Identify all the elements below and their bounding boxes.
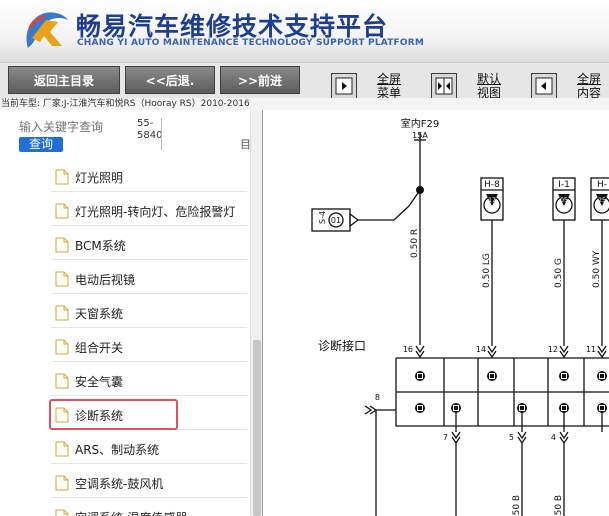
selected-item-highlight: [49, 399, 178, 430]
search-input[interactable]: [19, 120, 129, 134]
document-icon: [55, 373, 69, 389]
tree-item-label: 空调系统-温度传感器: [75, 509, 187, 516]
tree-item-label: ARS、制动系统: [75, 442, 160, 457]
document-icon: [55, 509, 69, 516]
document-icon: [55, 169, 69, 185]
fullscreen-menu-icon: [335, 77, 353, 95]
pin-16: 16: [403, 345, 413, 354]
pin-8: 8: [375, 393, 380, 402]
tree-item-label: 组合开关: [75, 340, 124, 355]
pin-11: 11: [586, 345, 596, 354]
pin-4: 4: [551, 433, 556, 442]
tree-item-divider: [51, 225, 247, 226]
search-button[interactable]: 查询: [19, 137, 63, 152]
tree-item[interactable]: 组合开关: [47, 332, 247, 362]
forward-button[interactable]: >>前进: [220, 66, 300, 94]
code-text: 55- 5840: [137, 118, 163, 141]
tree-item[interactable]: 空调系统-温度传感器: [47, 502, 247, 516]
pin-7: 7: [443, 433, 448, 442]
wire-b-label-2: 0.50 B: [554, 495, 564, 516]
document-icon: [55, 305, 69, 321]
tree-item-divider: [51, 361, 247, 362]
tree-item[interactable]: 灯光照明: [47, 162, 247, 192]
column-divider: [161, 118, 162, 150]
tree-item[interactable]: 安全气囊: [47, 366, 247, 396]
tree-item-divider: [51, 327, 247, 328]
fuse-rating: 15A: [412, 131, 428, 140]
connector-h: H-: [597, 180, 607, 190]
fullscreen-content-link[interactable]: 全屏 内容: [577, 72, 601, 100]
tree-item-label: 空调系统-鼓风机: [75, 476, 164, 491]
document-icon: [55, 271, 69, 287]
pin-5: 5: [509, 433, 514, 442]
tree-item-label: 灯光照明-转向灯、危险报警灯: [75, 204, 236, 219]
document-icon: [55, 441, 69, 457]
fullscreen-content-icon: [535, 77, 553, 95]
pin-12: 12: [548, 345, 558, 354]
tree-item-label: 电动后视镜: [75, 272, 136, 287]
connector-s4-pin: 01: [331, 216, 341, 225]
connector-i1-pin: 05: [560, 197, 568, 204]
tree-item-divider: [51, 259, 247, 260]
document-icon: [55, 475, 69, 491]
tree-item[interactable]: 空调系统-鼓风机: [47, 468, 247, 498]
connector-h-pin: 25: [598, 197, 606, 204]
default-view-icon: [435, 77, 453, 95]
tree-item-label: BCM系统: [75, 238, 126, 253]
tree-item-divider: [51, 191, 247, 192]
default-view-button[interactable]: [431, 73, 457, 99]
toolbar: 返回主目录 <<后退. >>前进 全屏 菜单 默认 视图 全屏 内容: [0, 62, 609, 100]
wire-r-label: 0.50 R: [410, 229, 420, 258]
wire-g-label: 0.50 G: [554, 258, 564, 288]
tree-item[interactable]: 电动后视镜: [47, 264, 247, 294]
tree-item-divider: [51, 463, 247, 464]
cy-logo-icon: [26, 12, 69, 48]
fullscreen-content-button[interactable]: [531, 73, 557, 99]
tree-item-label: 安全气囊: [75, 374, 124, 389]
document-icon: [55, 203, 69, 219]
wire-wy-label: 0.50 WY: [592, 250, 602, 288]
tree-item-label: 天窗系统: [75, 306, 124, 321]
tree-item[interactable]: ARS、制动系统: [47, 434, 247, 464]
connector-h8-pin: 17: [488, 197, 496, 204]
document-icon: [55, 339, 69, 355]
tree-item[interactable]: 灯光照明-转向灯、危险报警灯: [47, 196, 247, 226]
connector-h8: H-8: [484, 180, 500, 190]
back-button[interactable]: <<后退.: [125, 66, 215, 94]
app-subtitle: CHANG YI AUTO MAINTENANCE TECHNOLOGY SUP…: [77, 38, 425, 48]
tree-item[interactable]: BCM系统: [47, 230, 247, 260]
tree-item-label: 灯光照明: [75, 170, 124, 185]
fullscreen-menu-link[interactable]: 全屏 菜单: [377, 72, 401, 100]
pin-14: 14: [476, 345, 486, 354]
wire-lg-label: 0.50 LG: [482, 253, 492, 288]
navigation-panel: 查询 55-5840 目 灯光照明灯光照明-转向灯、危险报警灯BCM系统电动后视…: [0, 110, 263, 516]
wiring-diagram: 室内F29 15A S-4 01 H-8 17 I-1 05 H- 25 0.5…: [264, 110, 609, 516]
tree-scrollbar[interactable]: [250, 110, 262, 516]
tree-item[interactable]: 天窗系统: [47, 298, 247, 328]
default-view-link[interactable]: 默认 视图: [477, 72, 501, 100]
wire-b-label-1: 0.50 B: [512, 495, 522, 516]
diagnostic-interface-label: 诊断接口: [318, 338, 366, 353]
document-icon: [55, 237, 69, 253]
home-button[interactable]: 返回主目录: [8, 66, 120, 94]
tree-item-divider: [51, 497, 247, 498]
connector-i1: I-1: [558, 180, 570, 190]
scrollbar-thumb[interactable]: [253, 340, 261, 516]
fullscreen-menu-button[interactable]: [331, 73, 357, 99]
app-header: 畅易汽车维修技术支持平台 CHANG YI AUTO MAINTENANCE T…: [0, 0, 609, 62]
connector-s4: S-4: [318, 211, 327, 224]
tree-item-divider: [51, 293, 247, 294]
fuse-label: 室内F29: [401, 117, 439, 130]
current-vehicle-status: 当前车型: 厂家:J-江淮汽车和悦RS（Hooray RS）2010-2016: [0, 98, 609, 110]
tree-item-divider: [51, 395, 247, 396]
